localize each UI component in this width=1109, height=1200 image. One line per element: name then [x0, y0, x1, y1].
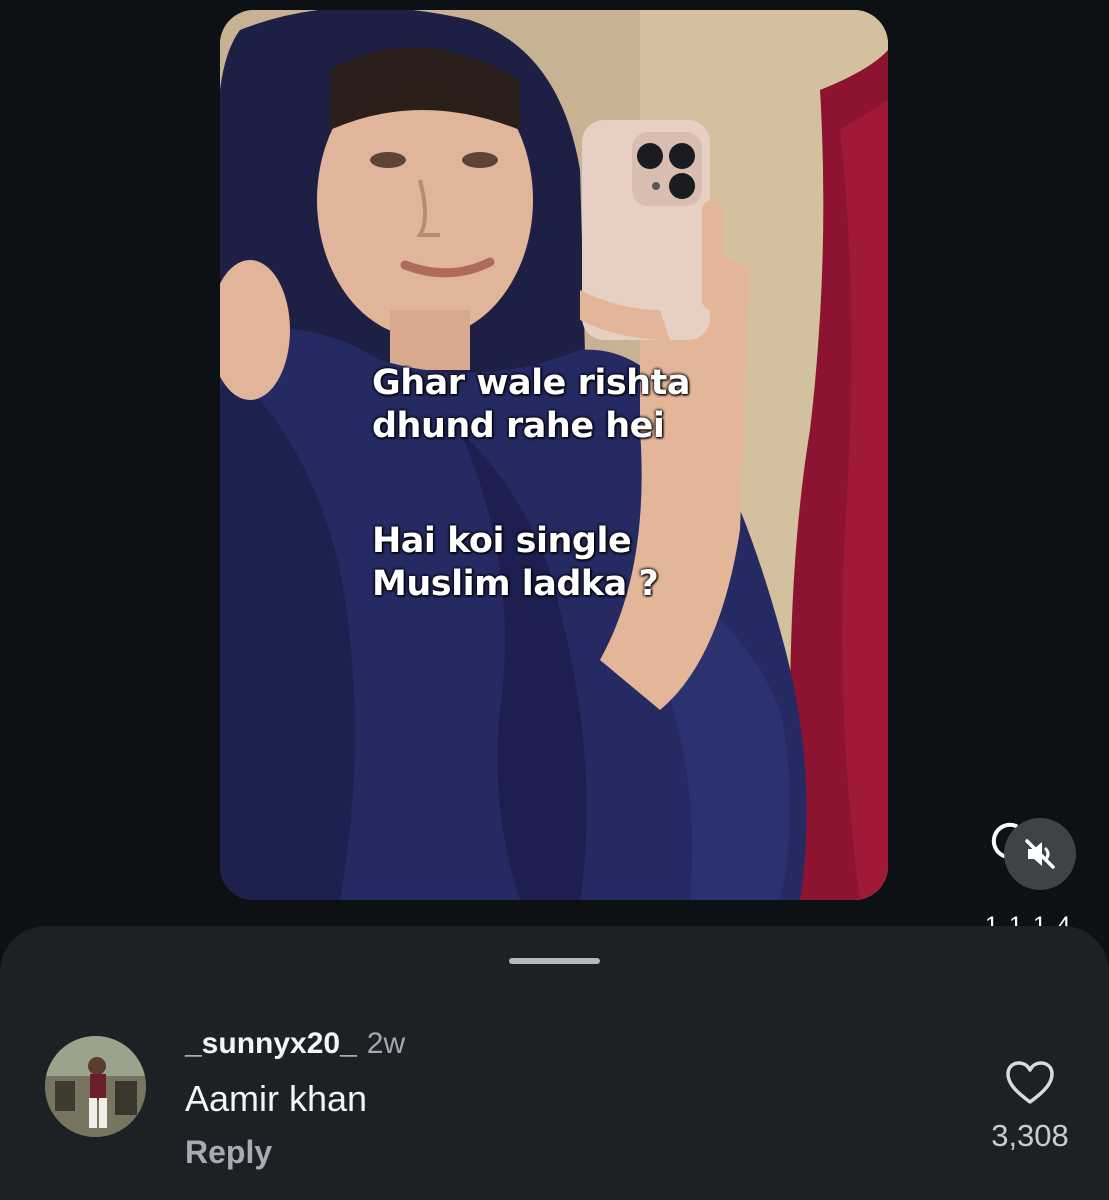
mute-button[interactable]	[1004, 818, 1076, 890]
sheet-drag-handle[interactable]	[509, 958, 600, 964]
comment-header: _sunnyx20_ 2w	[185, 1027, 405, 1061]
avatar[interactable]	[45, 1036, 146, 1137]
speaker-muted-icon	[1025, 839, 1055, 869]
reel-video[interactable]: Ghar wale rishta dhund rahe hei Hai koi …	[220, 10, 888, 900]
video-caption-top: Ghar wale rishta dhund rahe hei	[372, 362, 690, 448]
like-count: 3,308	[991, 1118, 1069, 1153]
video-caption-line: Ghar wale rishta	[372, 363, 690, 403]
comments-sheet	[0, 926, 1109, 1200]
reply-button[interactable]: Reply	[185, 1134, 272, 1171]
heart-outline-icon	[1006, 1061, 1054, 1104]
comment-text: Aamir khan	[185, 1078, 368, 1119]
like-button[interactable]	[1005, 1060, 1055, 1106]
video-caption-line: Muslim ladka ?	[372, 564, 659, 604]
comment-username[interactable]: _sunnyx20_	[185, 1027, 357, 1060]
video-caption-line: Hai koi single	[372, 521, 632, 561]
comment-timestamp: 2w	[366, 1027, 406, 1060]
video-caption-line: dhund rahe hei	[372, 406, 665, 446]
reel-screen: Ghar wale rishta dhund rahe hei Hai koi …	[0, 0, 1109, 1200]
video-caption-bottom: Hai koi single Muslim ladka ?	[372, 520, 659, 606]
video-frame-illustration	[220, 10, 888, 900]
